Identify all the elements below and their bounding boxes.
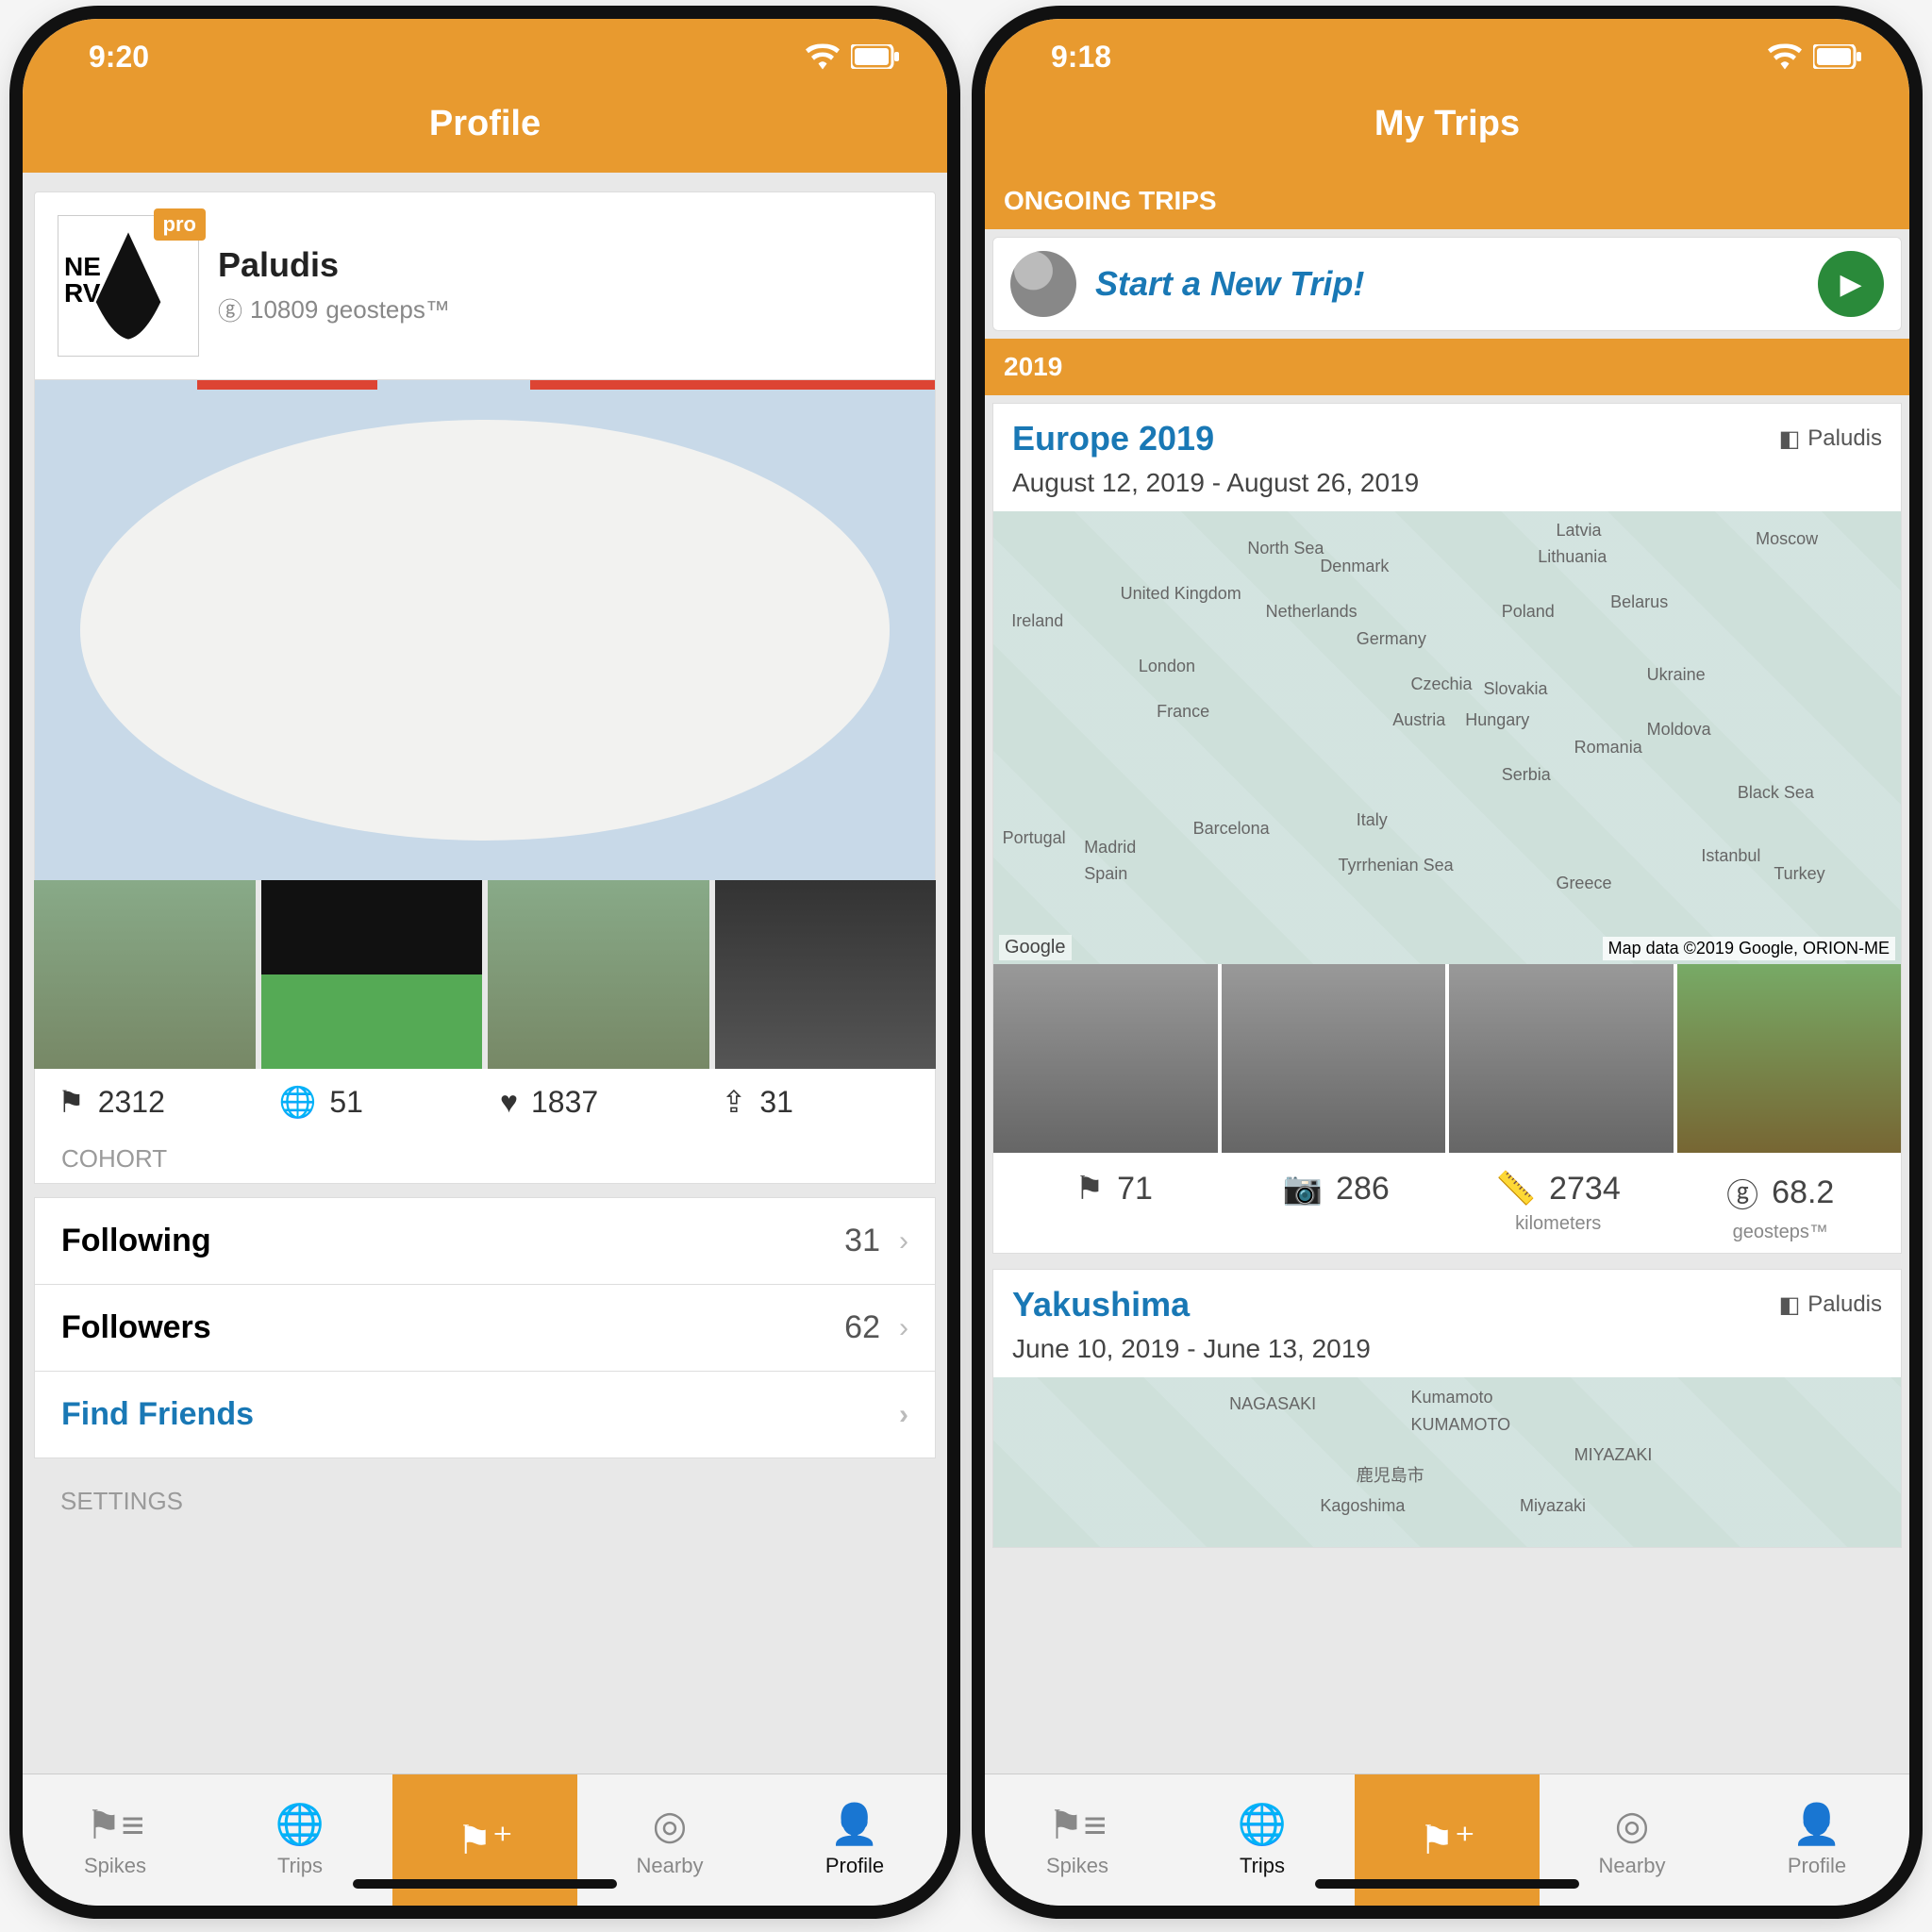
trips-icon: 🌐 [1238,1802,1287,1848]
pro-badge: pro [154,208,206,241]
map-attribution: Map data ©2019 Google, ORION-ME [1603,937,1895,960]
owner-icon: ◧ [1779,1291,1801,1319]
stat-flags[interactable]: ⚑2312 [42,1084,264,1120]
status-time: 9:20 [89,40,149,75]
photo-thumb[interactable] [1677,964,1902,1153]
profile-photo-strip[interactable] [34,880,936,1069]
photo-thumb[interactable] [34,880,256,1069]
geosteps-icon: ⓖ [218,292,242,327]
trip-map[interactable]: United Kingdom Germany Poland France Ita… [993,511,1901,964]
battery-icon [851,44,900,69]
trip-owner: ◧Paludis [1779,1285,1882,1324]
tstat-photos: 📷286 [1225,1170,1448,1243]
nearby-icon: ◎ [653,1802,688,1848]
wifi-icon [1768,43,1802,70]
status-bar: 9:18 [985,19,1909,94]
username: Paludis [218,245,450,285]
spikes-icon: ⚑≡ [86,1802,144,1848]
trip-dates: June 10, 2019 - June 13, 2019 [993,1334,1901,1377]
photo-thumb[interactable] [261,880,483,1069]
stat-shares[interactable]: ⇪31 [707,1084,928,1120]
profile-world-map[interactable] [34,380,936,880]
share-icon: ⇪ [722,1084,747,1120]
stat-hearts[interactable]: ♥1837 [485,1084,707,1120]
profile-icon: 👤 [1792,1802,1841,1848]
tstat-geosteps: ⓖ68.2geosteps™ [1670,1170,1892,1243]
tab-spikes[interactable]: ⚑≡Spikes [23,1774,208,1906]
photo-thumb[interactable] [488,880,709,1069]
start-new-trip-row[interactable]: Start a New Trip! ▶ [992,237,1902,331]
section-ongoing: ONGOING TRIPS [985,173,1909,229]
heart-icon: ♥ [500,1085,518,1120]
chevron-right-icon: › [899,1399,908,1431]
status-time: 9:18 [1051,40,1111,75]
chevron-right-icon: › [899,1312,908,1344]
spikes-icon: ⚑≡ [1048,1802,1107,1848]
page-title: Profile [23,94,947,173]
page-title: My Trips [985,94,1909,173]
trip-title: Yakushima [1012,1285,1190,1324]
row-find-friends[interactable]: Find Friends › [34,1372,936,1458]
flag-icon: ⚑ [58,1084,85,1120]
ruler-icon: 📏 [1496,1170,1536,1208]
trip-map[interactable]: NAGASAKI Kumamoto KUMAMOTO MIYAZAKI Kago… [993,1377,1901,1547]
section-year: 2019 [985,339,1909,395]
photo-thumb[interactable] [1449,964,1674,1153]
geosteps-count: ⓖ 10809 geosteps™ [218,292,450,327]
profile-stats: ⚑2312 🌐51 ♥1837 ⇪31 [34,1069,936,1135]
status-bar: 9:20 [23,19,947,94]
home-indicator[interactable] [353,1879,617,1889]
play-button[interactable]: ▶ [1818,251,1884,317]
trips-icon: 🌐 [275,1802,325,1848]
section-cohort: COHORT [34,1135,936,1184]
photo-thumb[interactable] [993,964,1218,1153]
flag-icon: ⚑ [1075,1170,1104,1208]
tab-profile[interactable]: 👤Profile [762,1774,947,1906]
battery-icon [1813,44,1862,69]
trip-card-yakushima[interactable]: Yakushima ◧Paludis June 10, 2019 - June … [992,1269,1902,1548]
trip-title: Europe 2019 [1012,419,1214,458]
photo-thumb[interactable] [715,880,937,1069]
photo-thumb[interactable] [1222,964,1446,1153]
section-settings: SETTINGS [34,1458,936,1525]
avatar[interactable]: pro NERV [58,215,199,357]
row-followers[interactable]: Followers 62› [34,1285,936,1372]
avatar-text: NERV [64,254,101,307]
profile-header: pro NERV Paludis ⓖ 10809 geosteps™ [34,192,936,380]
tab-profile[interactable]: 👤Profile [1724,1774,1909,1906]
tstat-flags: ⚑71 [1003,1170,1225,1243]
tstat-distance: 📏2734kilometers [1447,1170,1670,1243]
trip-stats: ⚑71 📷286 📏2734kilometers ⓖ68.2geosteps™ [993,1153,1901,1253]
stat-globes[interactable]: 🌐51 [264,1084,486,1120]
globe-flag-icon [1010,251,1076,317]
trip-card-europe[interactable]: Europe 2019 ◧Paludis August 12, 2019 - A… [992,403,1902,1254]
flag-plus-icon: ⚑⁺ [457,1817,513,1863]
globe-icon: 🌐 [279,1084,317,1120]
owner-icon: ◧ [1779,425,1801,453]
phone-trips: 9:18 My Trips ONGOING TRIPS Start a New … [985,19,1909,1906]
google-badge: Google [999,935,1072,960]
phone-profile: 9:20 Profile pro NERV Paludis ⓖ 10809 [23,19,947,1906]
nearby-icon: ◎ [1615,1802,1650,1848]
wifi-icon [806,43,840,70]
camera-icon: 📷 [1283,1170,1323,1208]
chevron-right-icon: › [899,1225,908,1257]
trip-photo-strip[interactable] [993,964,1901,1153]
home-indicator[interactable] [1315,1879,1579,1889]
geosteps-icon: ⓖ [1726,1170,1758,1216]
profile-icon: 👤 [830,1802,879,1848]
trip-owner: ◧Paludis [1779,419,1882,458]
trip-dates: August 12, 2019 - August 26, 2019 [993,468,1901,511]
flag-plus-icon: ⚑⁺ [1419,1817,1475,1863]
tab-spikes[interactable]: ⚑≡Spikes [985,1774,1170,1906]
row-following[interactable]: Following 31› [34,1197,936,1285]
